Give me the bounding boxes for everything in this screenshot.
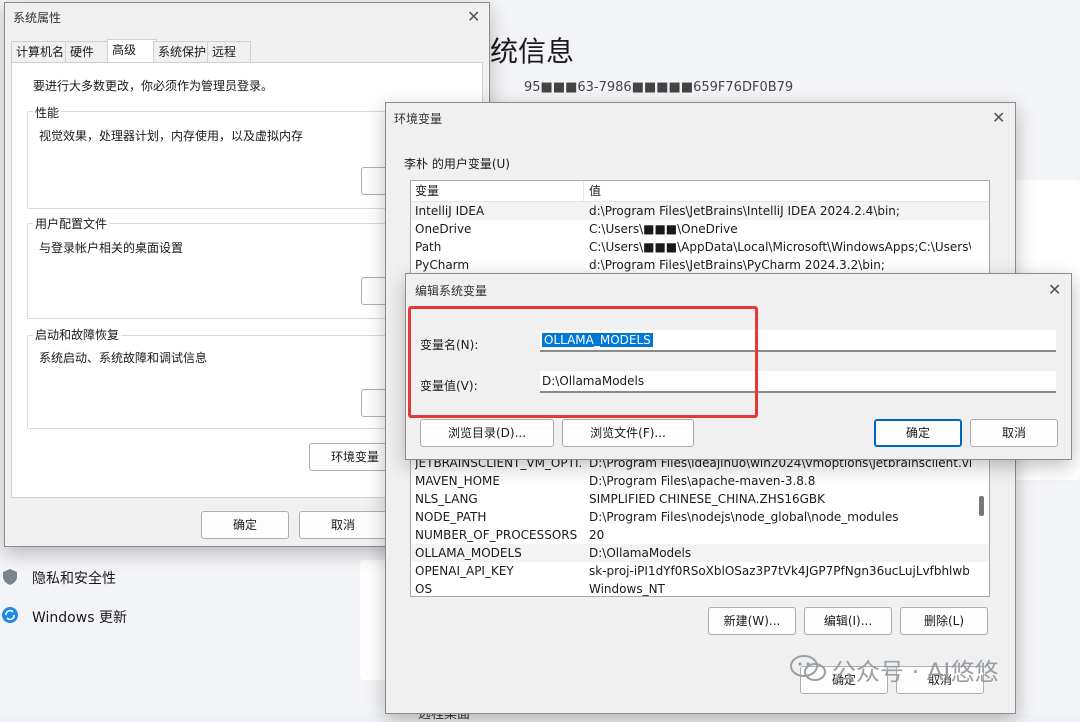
variable-value: D:\OllamaModels (589, 546, 692, 560)
variable-value: d:\Program Files\JetBrains\IntelliJ IDEA… (589, 204, 900, 218)
variable-value: SIMPLIFIED CHINESE_CHINA.ZHS16GBK (589, 492, 826, 506)
column-separator (583, 181, 584, 201)
nav-item-privacy[interactable]: 隐私和安全性 (0, 564, 200, 590)
list-item[interactable]: Path C:\Users\■■■\AppData\Local\Microsoft… (411, 238, 989, 256)
variable-name: NODE_PATH (415, 510, 487, 524)
column-header-value[interactable]: 值 (589, 181, 601, 201)
window-title: 环境变量 (394, 112, 443, 126)
delete-variable-button[interactable]: 删除(L) (900, 607, 988, 635)
variable-name: IntelliJ IDEA (415, 204, 485, 218)
variable-value: C:\Users\■■■\AppData\Local\Microsoft\Win… (589, 240, 971, 254)
tab-system-protection[interactable]: 系统保护 (153, 41, 213, 62)
user-variables-label: 李朴 的用户变量(U) (404, 157, 510, 171)
nav-item-update[interactable]: Windows 更新 (0, 603, 200, 629)
device-id-text: 95■■■63-7986■■■■■659F76DF0B79 (524, 80, 794, 95)
variable-name: OPENAI_API_KEY (415, 564, 514, 578)
variable-name: OLLAMA_MODELS (415, 546, 522, 560)
list-item[interactable]: OLLAMA_MODELS D:\OllamaModels (411, 544, 989, 562)
admin-note: 要进行大多数更改，你必须作为管理员登录。 (33, 79, 274, 93)
system-variables-list[interactable]: JETBRAINSCLIENT_VM_OPTI... D:\Program Fil… (410, 453, 990, 597)
variable-name: NUMBER_OF_PROCESSORS (415, 528, 578, 542)
group-startup-recovery-title: 启动和故障恢复 (33, 326, 122, 343)
list-item[interactable]: MAVEN_HOME D:\Program Files\apache-maven-… (411, 472, 989, 490)
browse-file-button[interactable]: 浏览文件(F)... (562, 419, 694, 447)
close-icon[interactable]: ✕ (467, 9, 480, 25)
group-user-profiles-title: 用户配置文件 (33, 215, 110, 232)
highlight-box (408, 306, 758, 418)
close-icon[interactable]: ✕ (1048, 282, 1061, 298)
variable-value: D:\Program Files\nodejs\node_global\node… (589, 510, 899, 524)
cancel-button[interactable]: 取消 (970, 419, 1058, 447)
variable-name: MAVEN_HOME (415, 474, 500, 488)
variable-value: Windows_NT (589, 582, 665, 596)
nav-label-update: Windows 更新 (32, 610, 127, 626)
ok-button[interactable]: 确定 (874, 419, 962, 447)
edit-system-variable-dialog: 编辑系统变量 ✕ 变量名(N): OLLAMA_MODELS 变量值(V): D… (405, 273, 1072, 460)
group-user-profiles-desc: 与登录帐户相关的桌面设置 (39, 241, 184, 255)
user-variables-list[interactable]: 变量 值 IntelliJ IDEA d:\Program Files\JetBr… (410, 180, 990, 282)
variable-name: PyCharm (415, 258, 470, 272)
group-startup-recovery-desc: 系统启动、系统故障和调试信息 (39, 351, 208, 365)
list-item[interactable]: PyCharm d:\Program Files\JetBrains\PyChar… (411, 256, 989, 274)
ok-button[interactable]: 确定 (201, 511, 289, 539)
tab-advanced[interactable]: 高级 (107, 39, 157, 63)
list-item[interactable]: OS Windows_NT (411, 580, 989, 596)
scrollbar-thumb[interactable] (979, 496, 984, 516)
variable-value: sk-proj-iPI1dYf0RSoXblOSaz3P7tVk4JGP7PfN… (589, 564, 971, 578)
list-item[interactable]: OneDrive C:\Users\■■■\OneDrive (411, 220, 989, 238)
variable-name: Path (415, 240, 442, 254)
variable-name: OS (415, 582, 433, 596)
list-header: 变量 值 (411, 181, 989, 202)
browse-directory-button[interactable]: 浏览目录(D)... (420, 419, 554, 447)
tab-remote[interactable]: 远程 (207, 41, 251, 62)
list-item[interactable]: IntelliJ IDEA d:\Program Files\JetBrains\… (411, 202, 989, 220)
shield-icon (2, 568, 18, 589)
column-header-variable[interactable]: 变量 (415, 181, 439, 201)
edit-variable-button[interactable]: 编辑(I)... (804, 607, 892, 635)
variable-value: C:\Users\■■■\OneDrive (589, 222, 738, 236)
new-variable-button[interactable]: 新建(W)... (708, 607, 796, 635)
nav-label-privacy: 隐私和安全性 (32, 571, 116, 587)
dialog-title: 编辑系统变量 (415, 284, 488, 298)
update-icon (1, 606, 19, 627)
list-item[interactable]: NODE_PATH D:\Program Files\nodejs\node_gl… (411, 508, 989, 526)
close-icon[interactable]: ✕ (992, 110, 1005, 126)
tab-bar: 计算机名 硬件 高级 系统保护 远程 (11, 39, 481, 63)
list-item[interactable]: OPENAI_API_KEY sk-proj-iPI1dYf0RSoXblOSaz… (411, 562, 989, 580)
list-item[interactable]: NUMBER_OF_PROCESSORS 20 (411, 526, 989, 544)
window-title: 系统属性 (13, 11, 62, 25)
list-item[interactable]: NLS_LANG SIMPLIFIED CHINESE_CHINA.ZHS16GB… (411, 490, 989, 508)
tab-computer-name[interactable]: 计算机名 (11, 41, 73, 62)
wechat-icon (790, 654, 826, 687)
variable-name: NLS_LANG (415, 492, 478, 506)
variable-value: 20 (589, 528, 605, 542)
watermark-text: 公众号 · AI悠悠 (832, 658, 999, 686)
variable-value: d:\Program Files\JetBrains\PyCharm 2024.… (589, 258, 885, 272)
group-performance-desc: 视觉效果，处理器计划，内存使用，以及虚拟内存 (39, 129, 304, 143)
variable-value: D:\Program Files\apache-maven-3.8.8 (589, 474, 816, 488)
variable-name: OneDrive (415, 222, 472, 236)
tab-hardware[interactable]: 硬件 (65, 41, 111, 62)
group-performance-title: 性能 (33, 104, 62, 121)
cancel-button[interactable]: 取消 (299, 511, 387, 539)
